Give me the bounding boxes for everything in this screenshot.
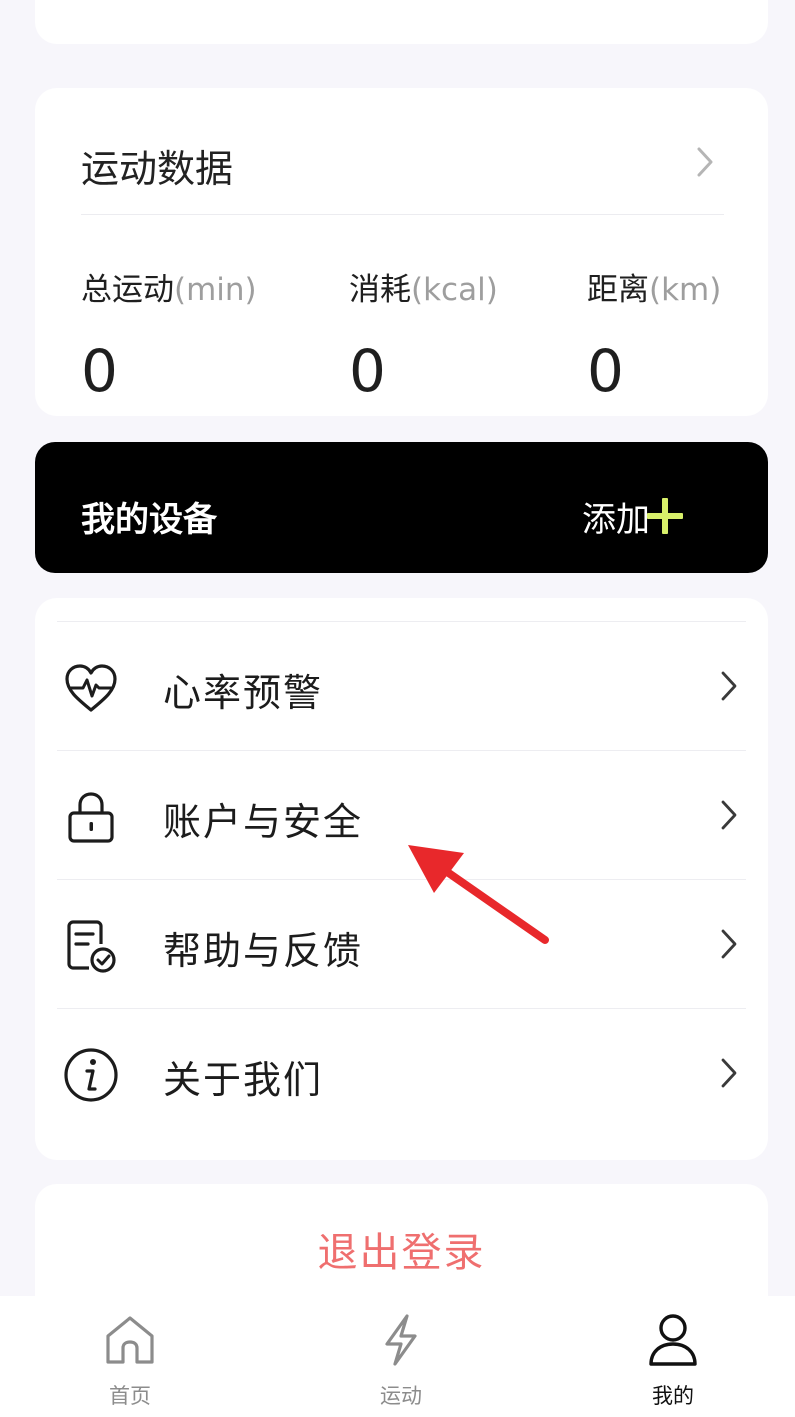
sport-data-card[interactable]: 运动数据 总运动(min) 消耗(kcal) 距离(km) 0 0 0 bbox=[35, 88, 768, 416]
nav-item-mine[interactable]: 我的 bbox=[603, 1296, 743, 1417]
nav-label: 首页 bbox=[109, 1384, 151, 1408]
chevron-right-icon bbox=[721, 800, 737, 830]
menu-item-label: 帮助与反馈 bbox=[163, 929, 364, 973]
nav-label: 我的 bbox=[652, 1384, 694, 1408]
my-device-title: 我的设备 bbox=[81, 500, 217, 540]
metric-label-distance: 距离(km) bbox=[587, 272, 722, 308]
add-device-button[interactable]: 添加 bbox=[582, 492, 650, 541]
heart-rate-icon bbox=[65, 664, 117, 712]
info-icon bbox=[64, 1048, 118, 1102]
metric-value-total: 0 bbox=[81, 337, 118, 405]
menu-card: 心率预警 账户与安全 帮助与反馈 关于我们 bbox=[35, 598, 768, 1160]
home-icon bbox=[106, 1316, 154, 1364]
nav-label: 运动 bbox=[380, 1384, 422, 1408]
lightning-icon bbox=[385, 1314, 417, 1366]
lock-icon bbox=[68, 792, 114, 843]
feedback-doc-icon bbox=[67, 920, 116, 973]
nav-item-sport[interactable]: 运动 bbox=[331, 1296, 471, 1417]
plus-icon[interactable] bbox=[645, 496, 685, 536]
metric-value-calories: 0 bbox=[349, 337, 386, 405]
chevron-right-icon[interactable] bbox=[696, 146, 714, 178]
divider bbox=[81, 214, 724, 215]
chevron-right-icon bbox=[721, 671, 737, 701]
metric-label-total: 总运动(min) bbox=[81, 272, 257, 308]
person-icon bbox=[649, 1314, 697, 1366]
nav-item-home[interactable]: 首页 bbox=[60, 1296, 200, 1417]
menu-item-account-security[interactable]: 账户与安全 bbox=[35, 751, 768, 879]
logout-button[interactable]: 退出登录 bbox=[35, 1220, 768, 1278]
sport-data-title: 运动数据 bbox=[81, 147, 234, 191]
chevron-right-icon bbox=[721, 929, 737, 959]
top-stats-card: 183 76 23 bbox=[35, 0, 768, 44]
menu-item-help-feedback[interactable]: 帮助与反馈 bbox=[35, 880, 768, 1008]
menu-item-about-us[interactable]: 关于我们 bbox=[35, 1009, 768, 1137]
menu-item-label: 心率预警 bbox=[163, 671, 324, 715]
chevron-right-icon bbox=[721, 1058, 737, 1088]
bottom-nav: 首页 运动 我的 bbox=[0, 1296, 795, 1417]
menu-item-label: 账户与安全 bbox=[163, 800, 364, 844]
menu-item-label: 关于我们 bbox=[163, 1058, 324, 1102]
metric-label-calories: 消耗(kcal) bbox=[349, 272, 498, 308]
metric-value-distance: 0 bbox=[587, 337, 624, 405]
menu-item-heart-rate-alert[interactable]: 心率预警 bbox=[35, 622, 768, 750]
